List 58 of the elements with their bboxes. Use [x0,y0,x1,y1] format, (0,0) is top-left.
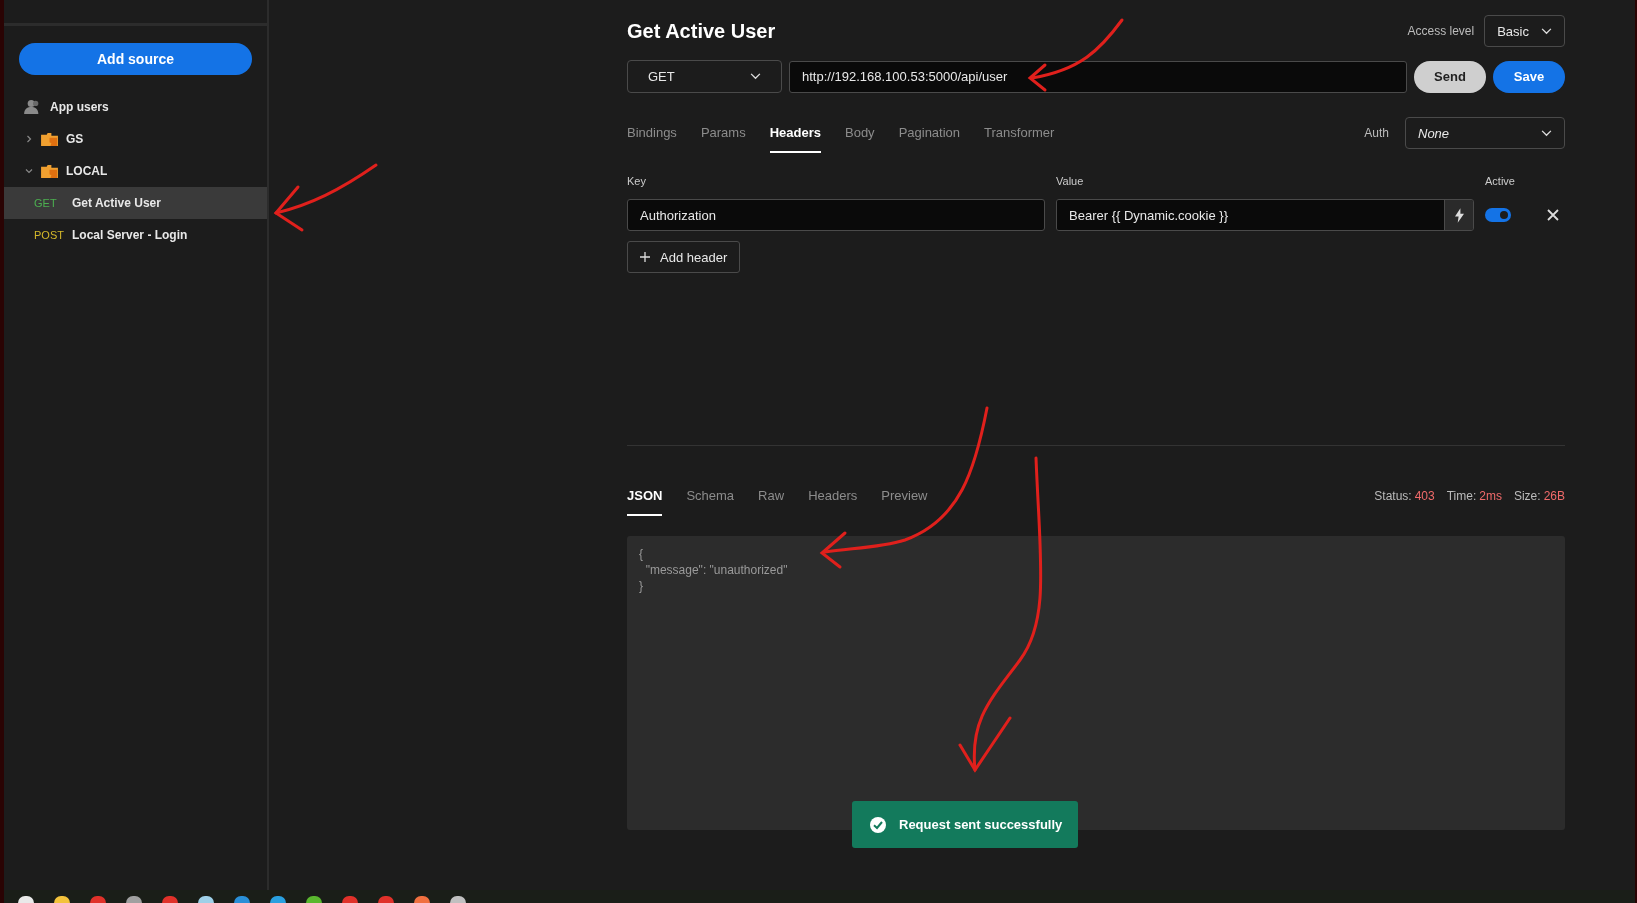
auth-dropdown[interactable]: None [1405,117,1565,149]
tab[interactable]: Pagination [898,113,961,153]
app-icon[interactable] [306,896,322,903]
stat-label: Size: [1513,489,1541,503]
stat-value: 26B [1543,489,1565,503]
tree-item[interactable]: GS [4,123,267,155]
tab[interactable]: Bindings [627,113,677,153]
tab[interactable]: Raw [758,476,785,516]
access-level-label: Access level [1407,24,1475,38]
add-source-button[interactable]: Add source [19,43,252,75]
app-icon[interactable] [126,896,142,903]
method-dropdown[interactable]: GET [627,60,782,93]
stat-value: 403 [1414,489,1435,503]
header-key-field[interactable]: Authorization [627,199,1045,231]
stat-label: Time: [1446,489,1477,503]
stat-label: Status: [1374,489,1412,503]
chevron-down-icon [1541,27,1552,35]
tree-item[interactable]: App users [4,91,267,123]
folder-icon [41,163,58,179]
app-icon[interactable] [18,896,34,903]
chevron-down-icon [1541,129,1552,137]
tab[interactable]: Transformer [984,113,1055,153]
auth-label: Auth [1364,126,1389,140]
active-toggle[interactable] [1485,208,1511,222]
tab[interactable]: Params [700,113,746,153]
request-item[interactable]: POST Local Server - Login [4,219,267,251]
code-line: } [639,578,644,594]
app-icon[interactable] [54,896,70,903]
app-icon[interactable] [414,896,430,903]
column-header: Value [1056,175,1085,187]
plus-icon [640,252,650,262]
column-header: Key [627,175,647,187]
tab[interactable]: Body [845,113,875,153]
tab[interactable]: JSON [627,476,663,516]
save-button[interactable]: Save [1493,60,1565,93]
stat-value: 2ms [1479,489,1502,503]
code-line: "message": "unauthorized" [644,562,789,578]
send-button[interactable]: Send [1414,60,1486,93]
toast: Request sent successfully [852,801,1078,848]
tab[interactable]: Preview [881,476,928,516]
chevron-down-icon [750,73,761,80]
app-icon[interactable] [198,896,214,903]
code-line: { [639,546,644,562]
folder-icon [41,131,58,147]
app-icon[interactable] [270,896,286,903]
request-item[interactable]: GET Get Active User [4,187,267,219]
request-title: Get Active User [627,19,777,43]
tab[interactable]: Headers [808,476,858,516]
tree-item[interactable]: LOCAL [4,155,267,187]
close-icon[interactable] [1547,209,1559,221]
add-header-button[interactable]: Add header [627,241,741,273]
access-level-dropdown[interactable]: Basic [1484,15,1565,47]
column-header: Active [1485,175,1516,187]
tab[interactable]: Headers [769,113,821,153]
app-icon[interactable] [450,896,466,903]
tab[interactable]: Schema [686,476,735,516]
check-circle-icon [870,816,886,833]
url-field[interactable]: http://192.168.100.53:5000/api/user [789,60,1407,93]
